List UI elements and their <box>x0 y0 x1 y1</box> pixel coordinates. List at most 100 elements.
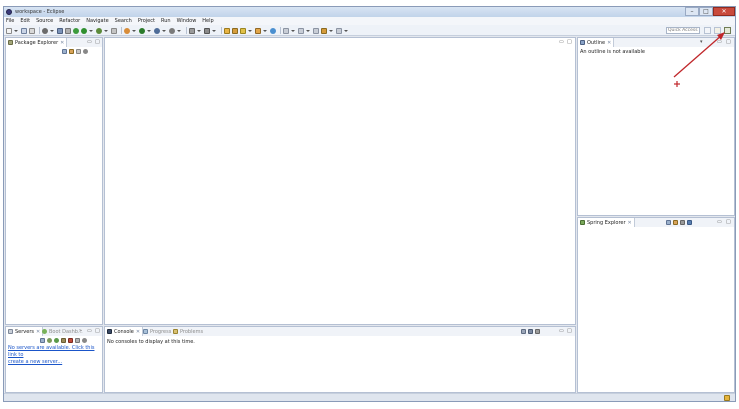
minimize-editor-icon[interactable]: ▭ <box>559 40 564 45</box>
minimize-view-icon[interactable]: ▭ <box>87 329 92 334</box>
close-icon[interactable]: ✕ <box>628 220 632 226</box>
wrench-icon[interactable] <box>65 27 71 34</box>
search-dropdown-icon[interactable] <box>248 29 252 32</box>
external-tools-icon[interactable] <box>96 27 102 34</box>
forward-dropdown-icon[interactable] <box>344 29 348 32</box>
maximize-view-icon[interactable]: □ <box>95 329 100 334</box>
editor-area[interactable]: ▭ □ <box>104 37 576 325</box>
next-annotation-icon[interactable] <box>283 27 289 34</box>
gear-icon[interactable] <box>42 27 48 34</box>
filter-icon[interactable] <box>680 219 685 225</box>
collapse-all-icon[interactable] <box>666 219 671 225</box>
terminal-icon[interactable] <box>111 27 117 34</box>
profile-server-icon[interactable] <box>61 337 66 343</box>
menu-project[interactable]: Project <box>138 18 155 24</box>
server-icon[interactable] <box>124 27 130 34</box>
link-with-editor-icon[interactable] <box>69 48 74 54</box>
display-selected-console-icon[interactable] <box>528 328 533 334</box>
profile-icon[interactable] <box>169 27 175 34</box>
maximize-view-icon[interactable]: □ <box>726 40 731 45</box>
open-console-icon[interactable] <box>535 328 540 334</box>
forward-icon[interactable] <box>336 27 342 34</box>
close-window-button[interactable]: ✕ <box>713 7 735 16</box>
tab-outline[interactable]: Outline ✕ <box>578 38 615 47</box>
last-edit-dropdown-icon[interactable] <box>329 29 333 32</box>
run-as-icon[interactable] <box>139 27 145 34</box>
maximize-view-icon[interactable]: □ <box>567 329 572 334</box>
create-server-link-line1[interactable]: No servers are available. Click this lin… <box>8 345 100 359</box>
menu-window[interactable]: Window <box>177 18 197 24</box>
maximize-window-button[interactable]: □ <box>699 7 713 16</box>
tab-problems[interactable]: Problems <box>171 327 205 336</box>
previous-annotation-dropdown-icon[interactable] <box>306 29 310 32</box>
external-tools-dropdown-icon[interactable] <box>104 29 108 32</box>
monitor-icon[interactable] <box>57 27 63 34</box>
close-icon[interactable]: ✕ <box>60 40 64 46</box>
run-icon[interactable] <box>81 27 87 34</box>
open-task-dropdown-icon[interactable] <box>212 29 216 32</box>
debug-server-icon[interactable] <box>47 337 52 343</box>
package-dropdown-icon[interactable] <box>263 29 267 32</box>
coverage-icon[interactable] <box>154 27 160 34</box>
menu-source[interactable]: Source <box>36 18 53 24</box>
view-menu-icon[interactable] <box>83 48 88 54</box>
run-as-dropdown-icon[interactable] <box>147 29 151 32</box>
menu-search[interactable]: Search <box>115 18 132 24</box>
menu-file[interactable]: File <box>6 18 14 24</box>
open-type-dropdown-icon[interactable] <box>197 29 201 32</box>
last-edit-icon[interactable] <box>321 27 327 34</box>
maximize-view-icon[interactable]: □ <box>726 220 731 225</box>
new-folder-icon[interactable] <box>232 27 238 34</box>
print-icon[interactable] <box>29 27 35 34</box>
tab-spring-explorer[interactable]: Spring Explorer ✕ <box>578 218 635 227</box>
open-type-icon[interactable] <box>189 27 195 34</box>
next-annotation-dropdown-icon[interactable] <box>291 29 295 32</box>
close-icon[interactable]: ✕ <box>607 40 611 46</box>
globe-icon[interactable] <box>270 27 276 34</box>
package-icon[interactable] <box>255 27 261 34</box>
search-icon[interactable] <box>240 27 246 34</box>
tab-progress[interactable]: Progress <box>141 327 173 336</box>
maximize-view-icon[interactable]: □ <box>95 40 100 45</box>
overflow-tabs-icon[interactable]: » <box>79 329 82 334</box>
java-ee-perspective-icon[interactable] <box>714 27 721 34</box>
stop-server-icon[interactable] <box>68 337 73 343</box>
focus-on-task-icon[interactable] <box>76 48 81 54</box>
menu-edit[interactable]: Edit <box>20 18 30 24</box>
minimize-view-icon[interactable]: ▭ <box>559 329 564 334</box>
gear-dropdown-icon[interactable] <box>50 29 54 32</box>
close-icon[interactable]: ✕ <box>136 329 140 335</box>
menu-navigate[interactable]: Navigate <box>86 18 108 24</box>
minimize-view-icon[interactable]: ▭ <box>87 40 92 45</box>
previous-annotation-icon[interactable] <box>298 27 304 34</box>
profile-dropdown-icon[interactable] <box>177 29 181 32</box>
create-server-link[interactable]: No servers are available. Click this lin… <box>8 345 100 366</box>
create-server-link-line2[interactable]: create a new server... <box>8 359 100 366</box>
spring-perspective-icon[interactable] <box>724 27 731 34</box>
notification-icon[interactable] <box>724 395 730 401</box>
new-dropdown-icon[interactable] <box>14 29 18 32</box>
pin-console-icon[interactable] <box>521 328 526 334</box>
quick-access-input[interactable] <box>666 27 700 34</box>
collapse-all-icon[interactable] <box>40 337 45 343</box>
save-icon[interactable] <box>21 27 27 34</box>
link-with-editor-icon[interactable] <box>673 219 678 225</box>
debug-icon[interactable] <box>73 27 79 34</box>
publish-icon[interactable] <box>75 337 80 343</box>
new-icon[interactable] <box>6 27 12 34</box>
minimize-view-icon[interactable]: ▭ <box>717 40 722 45</box>
view-menu-icon[interactable] <box>82 337 87 343</box>
open-folder-icon[interactable] <box>224 27 230 34</box>
start-server-icon[interactable] <box>54 337 59 343</box>
tab-console[interactable]: Console ✕ <box>105 327 144 336</box>
minimize-view-icon[interactable]: ▭ <box>717 220 722 225</box>
open-task-icon[interactable] <box>204 27 210 34</box>
maximize-editor-icon[interactable]: □ <box>567 40 572 45</box>
menu-run[interactable]: Run <box>161 18 171 24</box>
minimize-window-button[interactable]: – <box>685 7 699 16</box>
server-dropdown-icon[interactable] <box>132 29 136 32</box>
open-perspective-icon[interactable] <box>704 27 711 34</box>
menu-refactor[interactable]: Refactor <box>59 18 80 24</box>
back-icon[interactable] <box>313 27 319 34</box>
run-dropdown-icon[interactable] <box>89 29 93 32</box>
